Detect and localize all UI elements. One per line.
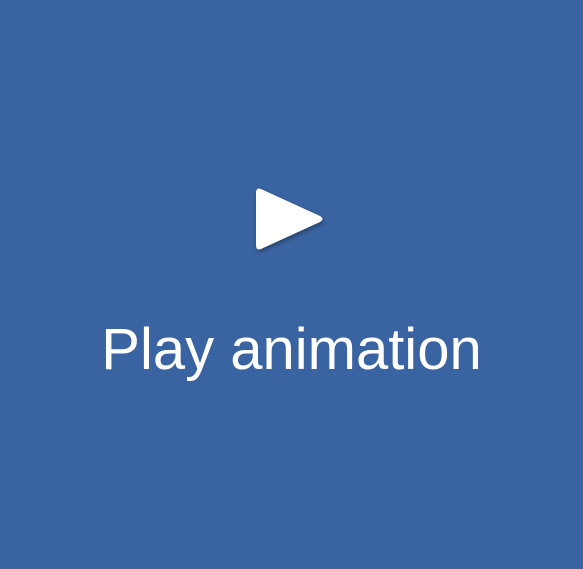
play-icon[interactable] bbox=[252, 184, 328, 254]
play-animation-panel[interactable]: Play animation bbox=[0, 0, 583, 569]
play-animation-label: Play animation bbox=[101, 317, 482, 382]
